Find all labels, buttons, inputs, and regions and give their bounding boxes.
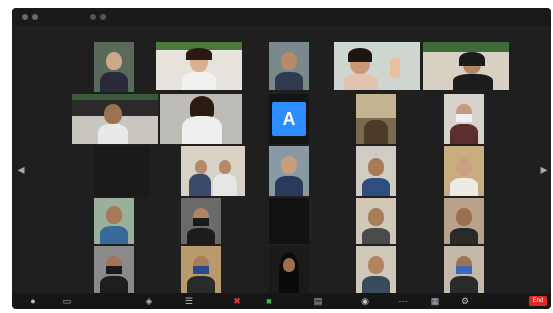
indicator-dot	[90, 14, 96, 20]
record-icon[interactable]: ◉	[358, 295, 372, 307]
participant-video-tile[interactable]	[356, 146, 396, 196]
participant-video-tile[interactable]	[356, 94, 396, 144]
participants-icon[interactable]: ☰	[182, 295, 196, 307]
participant-video-tile[interactable]	[444, 246, 484, 294]
video-camera-icon[interactable]: ▭	[60, 295, 74, 307]
participant-video-tile[interactable]	[444, 146, 484, 196]
participant-video-tile[interactable]	[94, 246, 134, 294]
participant-video-tile[interactable]	[423, 42, 509, 90]
participant-video-tile[interactable]	[156, 42, 242, 90]
participant-avatar-tile[interactable]: A	[269, 94, 309, 144]
title-bar	[12, 8, 551, 26]
settings-icon[interactable]: ⚙	[458, 295, 472, 307]
previous-page-arrow-icon[interactable]: ◂	[16, 158, 26, 180]
share-screen-icon[interactable]: ■	[262, 295, 276, 307]
participant-video-tile[interactable]	[181, 246, 221, 294]
participant-video-tile[interactable]	[181, 198, 221, 244]
participant-name-tile[interactable]	[94, 146, 150, 196]
reactions-icon[interactable]: ✖	[230, 295, 244, 307]
participant-video-tile[interactable]	[444, 198, 484, 244]
participant-video-tile[interactable]	[181, 146, 245, 196]
indicator-dot	[100, 14, 106, 20]
video-grid: A	[64, 40, 528, 294]
participant-video-tile[interactable]	[444, 94, 484, 144]
mute-icon[interactable]: ●	[26, 295, 40, 307]
participant-video-tile[interactable]	[269, 42, 309, 90]
participant-video-tile[interactable]	[160, 94, 242, 144]
security-icon[interactable]: ◈	[142, 295, 156, 307]
participant-video-tile[interactable]	[356, 246, 396, 294]
participant-video-tile[interactable]	[334, 42, 420, 90]
next-page-arrow-icon[interactable]: ▸	[539, 158, 549, 180]
end-meeting-button[interactable]: End	[529, 296, 547, 306]
participant-initial-avatar: A	[272, 102, 306, 136]
window-control-dot[interactable]	[32, 14, 38, 20]
participant-name-tile[interactable]	[269, 198, 309, 244]
participant-video-tile[interactable]	[269, 246, 309, 294]
window-control-dot[interactable]	[22, 14, 28, 20]
participant-video-tile[interactable]	[356, 198, 396, 244]
chat-icon[interactable]: ▤	[306, 295, 330, 307]
more-icon[interactable]: ⋯	[396, 295, 410, 307]
participant-video-tile[interactable]	[94, 42, 134, 92]
meeting-toolbar: ● ▭ ◈ ☰ ✖ ■ ▤ ◉ ⋯ ▦ ⚙ End	[12, 293, 551, 309]
participant-video-tile[interactable]	[269, 146, 309, 196]
apps-icon[interactable]: ▦	[428, 295, 442, 307]
participant-video-tile[interactable]	[94, 198, 134, 244]
zoom-meeting-window: ◂ ▸ A ● ▭ ◈ ☰ ✖ ■ ▤ ◉ ⋯ ▦ ⚙ End	[12, 8, 551, 309]
participant-video-tile[interactable]	[72, 94, 158, 144]
